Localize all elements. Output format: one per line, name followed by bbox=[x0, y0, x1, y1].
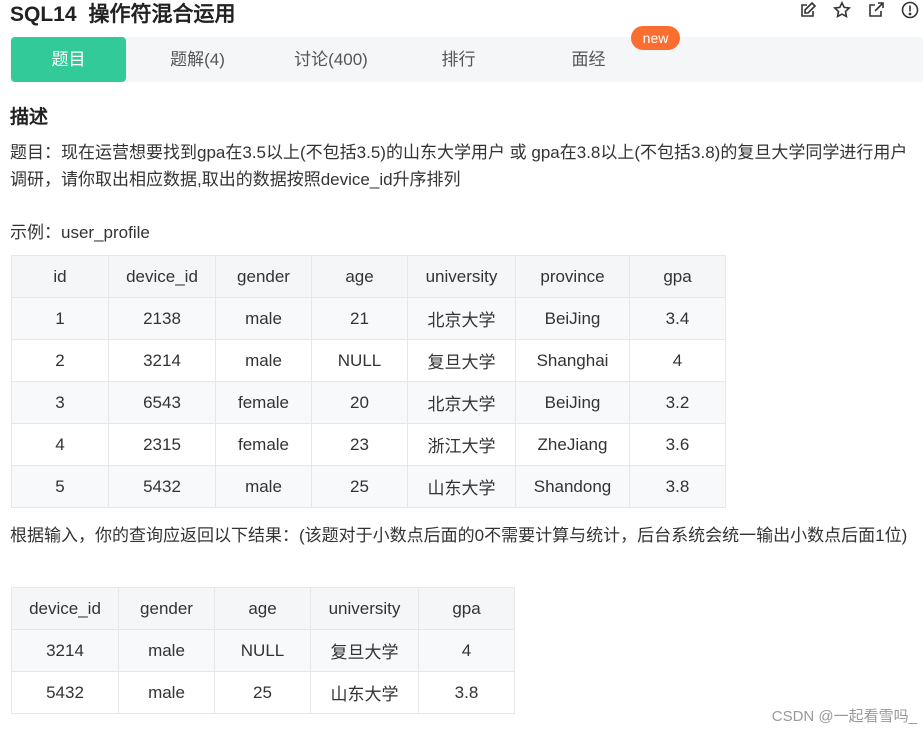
table-cell: 20 bbox=[311, 381, 408, 424]
table-row: 3 6543 female 20 北京大学 BeiJing 3.2 bbox=[11, 381, 726, 424]
problem-description: 题目：现在运营想要找到gpa在3.5以上(不包括3.5)的山东大学用户 或 gp… bbox=[10, 143, 908, 189]
table-row: 5 5432 male 25 山东大学 Shandong 3.8 bbox=[11, 465, 726, 508]
section-title: 描述 bbox=[10, 107, 49, 128]
table-cell: 北京大学 bbox=[407, 381, 516, 424]
table-row: 3214 male NULL 复旦大学 4 bbox=[11, 629, 515, 672]
table-cell: female bbox=[215, 381, 312, 424]
tab-solutions[interactable]: 题解(4) bbox=[150, 37, 245, 82]
table-row: 2 3214 male NULL 复旦大学 Shanghai 4 bbox=[11, 339, 726, 382]
table-cell: female bbox=[215, 423, 312, 466]
table-cell: Shandong bbox=[515, 465, 630, 508]
title-row: SQL14 操作符混合运用 bbox=[10, 0, 923, 30]
column-header: province bbox=[515, 255, 630, 298]
table-cell: 2138 bbox=[108, 297, 216, 340]
column-header: university bbox=[310, 587, 419, 630]
problem-id: SQL14 bbox=[10, 3, 77, 26]
table-cell: 复旦大学 bbox=[310, 629, 419, 672]
table-cell: 浙江大学 bbox=[407, 423, 516, 466]
table-row: 5432 male 25 山东大学 3.8 bbox=[11, 671, 515, 714]
table-cell: 3.2 bbox=[629, 381, 726, 424]
table-cell: 4 bbox=[418, 629, 515, 672]
column-header: id bbox=[11, 255, 109, 298]
table-cell: 3.8 bbox=[629, 465, 726, 508]
table-cell: 3214 bbox=[11, 629, 119, 672]
tab-discussion[interactable]: 讨论(400) bbox=[276, 37, 386, 82]
table-cell: 5432 bbox=[108, 465, 216, 508]
tab-interview[interactable]: 面经 bbox=[551, 37, 626, 82]
user-profile-table: id device_id gender age university provi… bbox=[11, 255, 726, 508]
table-cell: 23 bbox=[311, 423, 408, 466]
table-cell: male bbox=[215, 339, 312, 382]
table-cell: NULL bbox=[311, 339, 408, 382]
table-cell: 3.6 bbox=[629, 423, 726, 466]
external-link-icon[interactable] bbox=[867, 1, 885, 19]
column-header: gender bbox=[215, 255, 312, 298]
expected-result-table: device_id gender age university gpa 3214… bbox=[11, 587, 515, 714]
table-row: 1 2138 male 21 北京大学 BeiJing 3.4 bbox=[11, 297, 726, 340]
toolbar bbox=[799, 0, 919, 19]
table-cell: 25 bbox=[214, 671, 311, 714]
table-cell: BeiJing bbox=[515, 381, 630, 424]
table-header-row: id device_id gender age university provi… bbox=[11, 255, 726, 298]
new-badge: new bbox=[631, 26, 680, 50]
table-cell: Shanghai bbox=[515, 339, 630, 382]
column-header: gender bbox=[118, 587, 215, 630]
table-cell: 5 bbox=[11, 465, 109, 508]
watermark: CSDN @一起看雪吗_ bbox=[771, 708, 917, 725]
star-icon[interactable] bbox=[833, 0, 851, 19]
column-header: university bbox=[407, 255, 516, 298]
table-cell: 3.8 bbox=[418, 671, 515, 714]
table-cell: 1 bbox=[11, 297, 109, 340]
tab-ranking[interactable]: 排行 bbox=[421, 37, 496, 82]
table-cell: 山东大学 bbox=[407, 465, 516, 508]
table-cell: 3214 bbox=[108, 339, 216, 382]
table-row: 4 2315 female 23 浙江大学 ZheJiang 3.6 bbox=[11, 423, 726, 466]
table-cell: male bbox=[215, 297, 312, 340]
expected-result-description: 根据输入，你的查询应返回以下结果：(该题对于小数点后面的0不需要计算与统计，后台… bbox=[10, 526, 908, 545]
table-cell: ZheJiang bbox=[515, 423, 630, 466]
table-cell: 6543 bbox=[108, 381, 216, 424]
table-cell: 4 bbox=[629, 339, 726, 382]
page-title: SQL14 操作符混合运用 bbox=[10, 0, 236, 28]
column-header: gpa bbox=[418, 587, 515, 630]
info-icon[interactable] bbox=[901, 1, 919, 19]
table-cell: NULL bbox=[214, 629, 311, 672]
table-cell: 5432 bbox=[11, 671, 119, 714]
column-header: device_id bbox=[108, 255, 216, 298]
table-cell: 2315 bbox=[108, 423, 216, 466]
table-cell: 3 bbox=[11, 381, 109, 424]
table-cell: 25 bbox=[311, 465, 408, 508]
table-cell: 北京大学 bbox=[407, 297, 516, 340]
tab-problem[interactable]: 题目 bbox=[11, 37, 126, 82]
table-header-row: device_id gender age university gpa bbox=[11, 587, 515, 630]
table-cell: 山东大学 bbox=[310, 671, 419, 714]
table-cell: 2 bbox=[11, 339, 109, 382]
example-label: 示例：user_profile bbox=[10, 223, 150, 242]
column-header: age bbox=[214, 587, 311, 630]
table-cell: 4 bbox=[11, 423, 109, 466]
table-cell: male bbox=[118, 671, 215, 714]
column-header: device_id bbox=[11, 587, 119, 630]
table-cell: 21 bbox=[311, 297, 408, 340]
table-cell: 3.4 bbox=[629, 297, 726, 340]
edit-icon[interactable] bbox=[799, 1, 817, 19]
problem-name: 操作符混合运用 bbox=[88, 3, 236, 26]
column-header: gpa bbox=[629, 255, 726, 298]
table-cell: BeiJing bbox=[515, 297, 630, 340]
table-cell: 复旦大学 bbox=[407, 339, 516, 382]
table-cell: male bbox=[118, 629, 215, 672]
column-header: age bbox=[311, 255, 408, 298]
table-cell: male bbox=[215, 465, 312, 508]
tab-bar: 题目 题解(4) 讨论(400) 排行 面经 bbox=[10, 37, 923, 82]
